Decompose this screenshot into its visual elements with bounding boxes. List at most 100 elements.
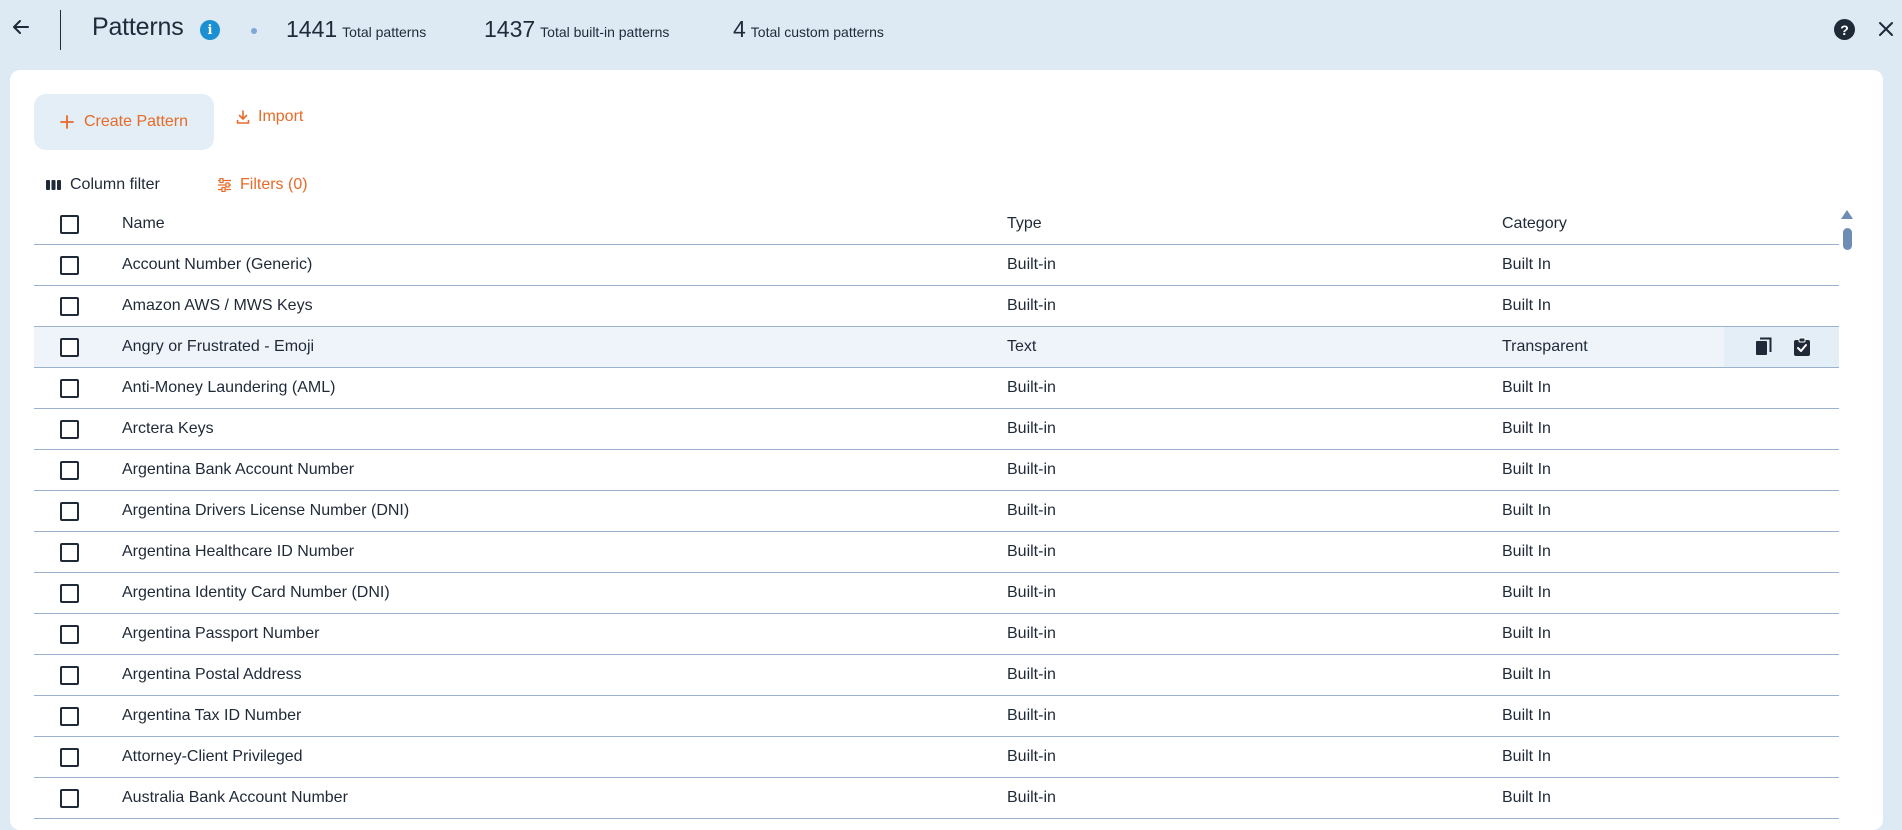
table-row[interactable]: Amazon AWS / MWS Keys Built-in Built In xyxy=(34,286,1839,327)
cell-name: Argentina Drivers License Number (DNI) xyxy=(122,502,410,519)
cell-category: Built In xyxy=(1502,461,1551,478)
cell-category: Built In xyxy=(1502,379,1551,396)
column-header-category[interactable]: Category xyxy=(1502,215,1567,233)
close-button[interactable] xyxy=(1874,17,1898,41)
cell-type: Built-in xyxy=(1007,707,1056,724)
table-row[interactable]: Argentina Drivers License Number (DNI) B… xyxy=(34,491,1839,532)
scroll-up-arrow-icon[interactable] xyxy=(1841,210,1853,219)
cell-name: Argentina Passport Number xyxy=(122,625,320,642)
cell-type: Built-in xyxy=(1007,502,1056,519)
cell-category: Transparent xyxy=(1502,338,1588,355)
table-row[interactable]: Argentina Tax ID Number Built-in Built I… xyxy=(34,696,1839,737)
select-all-checkbox[interactable] xyxy=(60,215,79,234)
cell-type: Built-in xyxy=(1007,584,1056,601)
cell-type: Built-in xyxy=(1007,256,1056,273)
cell-type: Built-in xyxy=(1007,748,1056,765)
cell-name: Argentina Tax ID Number xyxy=(122,707,302,724)
table-row[interactable]: Anti-Money Laundering (AML) Built-in Bui… xyxy=(34,368,1839,409)
cell-category: Built In xyxy=(1502,666,1551,683)
cell-category: Built In xyxy=(1502,748,1551,765)
header-divider xyxy=(60,10,61,50)
back-button[interactable] xyxy=(8,14,34,40)
table-row[interactable]: Arctera Keys Built-in Built In xyxy=(34,409,1839,450)
cell-name: Attorney-Client Privileged xyxy=(122,748,303,765)
row-checkbox[interactable] xyxy=(60,666,79,685)
scrollbar-thumb[interactable] xyxy=(1843,228,1852,250)
cell-category: Built In xyxy=(1502,420,1551,437)
import-button[interactable]: Import xyxy=(236,108,303,126)
copy-icon xyxy=(1756,337,1772,355)
table-row[interactable]: Argentina Passport Number Built-in Built… xyxy=(34,614,1839,655)
cell-name: Australia Bank Account Number xyxy=(122,789,348,806)
help-icon[interactable]: ? xyxy=(1834,19,1855,40)
row-checkbox[interactable] xyxy=(60,461,79,480)
cell-category: Built In xyxy=(1502,584,1551,601)
main-panel: Create Pattern Import Column filter Filt… xyxy=(10,70,1883,830)
create-pattern-button[interactable]: Create Pattern xyxy=(34,94,214,150)
cell-name: Argentina Healthcare ID Number xyxy=(122,543,355,560)
table-row[interactable]: Argentina Bank Account Number Built-in B… xyxy=(34,450,1839,491)
cell-name: Account Number (Generic) xyxy=(122,256,313,273)
info-icon[interactable]: i xyxy=(200,20,220,40)
cell-name: Arctera Keys xyxy=(122,420,214,437)
row-checkbox[interactable] xyxy=(60,543,79,562)
cell-type: Built-in xyxy=(1007,420,1056,437)
table-row[interactable]: Argentina Postal Address Built-in Built … xyxy=(34,655,1839,696)
table-row[interactable]: Argentina Identity Card Number (DNI) Bui… xyxy=(34,573,1839,614)
row-checkbox[interactable] xyxy=(60,502,79,521)
cell-type: Built-in xyxy=(1007,666,1056,683)
row-checkbox[interactable] xyxy=(60,297,79,316)
table-row[interactable]: Attorney-Client Privileged Built-in Buil… xyxy=(34,737,1839,778)
table-row[interactable]: Angry or Frustrated - Emoji Text Transpa… xyxy=(34,327,1839,368)
download-icon xyxy=(236,110,250,124)
stat-custom-patterns: 4 Total custom patterns xyxy=(733,16,884,43)
stat-built-in-patterns: 1437 Total built-in patterns xyxy=(484,16,669,43)
arrow-left-icon xyxy=(13,20,29,34)
create-pattern-label: Create Pattern xyxy=(83,113,189,130)
patterns-table: Name Type Category Account Number (Gener… xyxy=(34,204,1839,819)
cell-category: Built In xyxy=(1502,707,1551,724)
filters-button[interactable]: Filters (0) xyxy=(217,176,308,194)
row-checkbox[interactable] xyxy=(60,379,79,398)
row-checkbox[interactable] xyxy=(60,625,79,644)
cell-name: Amazon AWS / MWS Keys xyxy=(122,297,313,314)
import-label: Import xyxy=(258,108,304,125)
stat-label: Total custom patterns xyxy=(750,24,884,40)
column-header-type[interactable]: Type xyxy=(1007,215,1042,233)
row-checkbox[interactable] xyxy=(60,789,79,808)
cell-type: Built-in xyxy=(1007,625,1056,642)
checklist-button[interactable] xyxy=(1791,336,1813,358)
cell-type: Built-in xyxy=(1007,789,1056,806)
table-header: Name Type Category xyxy=(34,204,1839,245)
row-checkbox[interactable] xyxy=(60,256,79,275)
table-row[interactable]: Account Number (Generic) Built-in Built … xyxy=(34,245,1839,286)
column-filter-button[interactable]: Column filter xyxy=(46,176,160,194)
column-header-name[interactable]: Name xyxy=(122,215,165,233)
stat-value: 4 xyxy=(733,16,746,42)
sliders-icon xyxy=(218,178,231,192)
table-row[interactable]: Australia Bank Account Number Built-in B… xyxy=(34,778,1839,819)
copy-button[interactable] xyxy=(1753,336,1775,358)
row-checkbox[interactable] xyxy=(60,707,79,726)
page-title: Patterns xyxy=(92,13,184,41)
row-checkbox[interactable] xyxy=(60,748,79,767)
separator-dot xyxy=(251,28,257,34)
cell-type: Built-in xyxy=(1007,379,1056,396)
row-checkbox[interactable] xyxy=(60,420,79,439)
columns-icon xyxy=(46,180,61,190)
stat-label: Total patterns xyxy=(342,24,427,40)
header-bar: Patterns i 1441 Total patterns 1437 Tota… xyxy=(0,0,1902,64)
cell-type: Text xyxy=(1007,338,1037,355)
plus-icon xyxy=(60,115,74,129)
row-checkbox[interactable] xyxy=(60,584,79,603)
close-icon xyxy=(1879,22,1893,36)
cell-category: Built In xyxy=(1502,297,1551,314)
cell-type: Built-in xyxy=(1007,543,1056,560)
row-checkbox[interactable] xyxy=(60,338,79,357)
cell-category: Built In xyxy=(1502,789,1551,806)
stat-label: Total built-in patterns xyxy=(540,24,670,40)
column-filter-label: Column filter xyxy=(70,176,160,193)
row-actions xyxy=(1724,327,1839,367)
cell-name: Argentina Identity Card Number (DNI) xyxy=(122,584,390,601)
table-row[interactable]: Argentina Healthcare ID Number Built-in … xyxy=(34,532,1839,573)
